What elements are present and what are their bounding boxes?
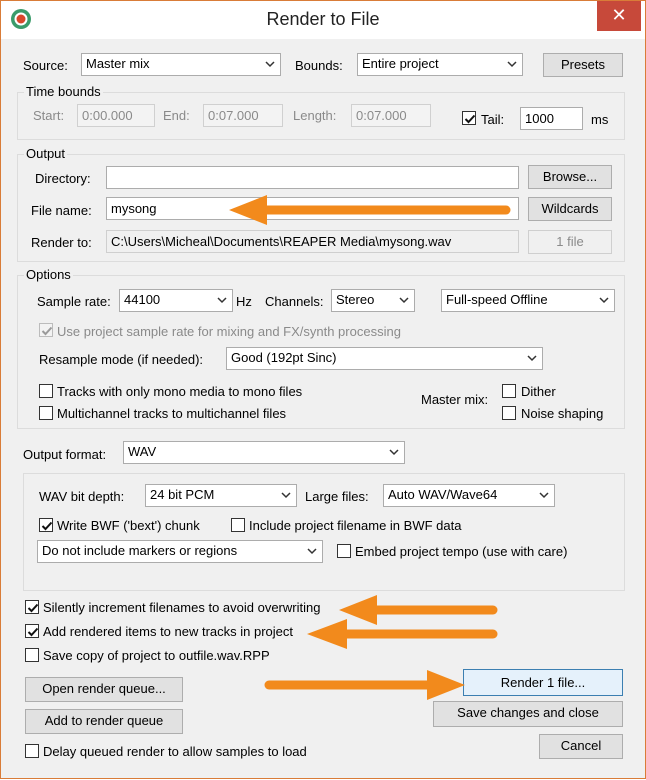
annotation-arrow-icon (229, 195, 511, 225)
render-dialog: Render to File ✕ Source: Master mix Boun… (0, 0, 646, 779)
annotation-arrows (229, 195, 511, 700)
annotation-arrow-icon (307, 619, 498, 649)
annotation-arrow-icon (339, 595, 498, 625)
annotation-arrow-icon (264, 670, 465, 700)
